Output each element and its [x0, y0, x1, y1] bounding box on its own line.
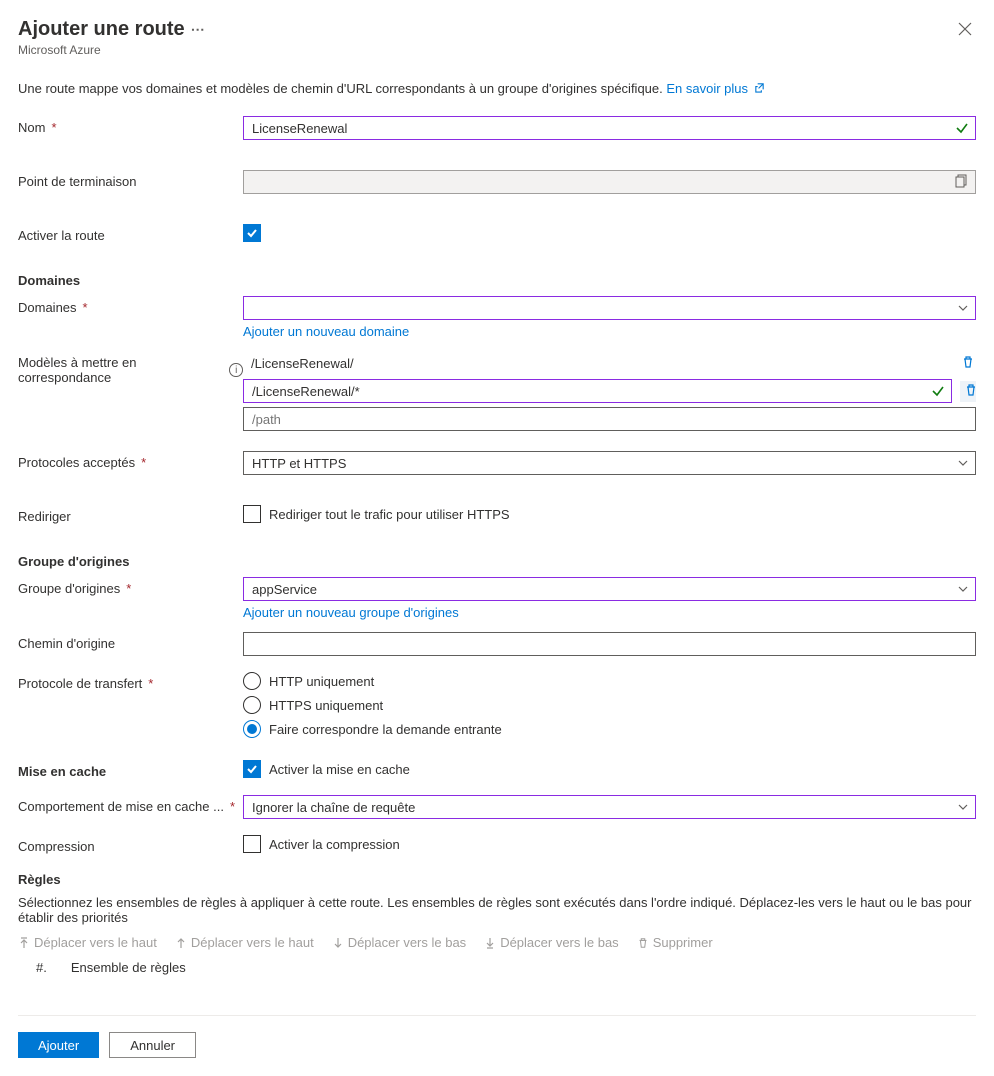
chevron-down-icon	[957, 583, 969, 595]
endpoint-readonly	[243, 170, 976, 194]
name-label: Nom	[18, 120, 45, 135]
accepted-protocols-select[interactable]: HTTP et HTTPS	[243, 451, 976, 475]
success-check-icon	[931, 384, 945, 398]
radio-https-only-label: HTTPS uniquement	[269, 698, 383, 713]
caching-behavior-label: Comportement de mise en cache ...	[18, 799, 224, 814]
delete-rule-button[interactable]: Supprimer	[637, 935, 713, 950]
move-down-button[interactable]: Déplacer vers le bas	[332, 935, 467, 950]
radio-http-only[interactable]	[243, 672, 261, 690]
enable-route-checkbox[interactable]	[243, 224, 261, 242]
intro-text: Une route mappe vos domaines et modèles …	[18, 81, 976, 96]
enable-caching-checkbox[interactable]	[243, 760, 261, 778]
pattern-static-0: /LicenseRenewal/	[243, 351, 952, 375]
origin-group-section-header: Groupe d'origines	[18, 554, 976, 569]
radio-match-incoming[interactable]	[243, 720, 261, 738]
radio-https-only[interactable]	[243, 696, 261, 714]
rules-section-header: Règles	[18, 872, 976, 887]
caching-behavior-select[interactable]: Ignorer la chaîne de requête	[243, 795, 976, 819]
move-bottom-button[interactable]: Déplacer vers le bas	[484, 935, 619, 950]
rules-toolbar: Déplacer vers le haut Déplacer vers le h…	[18, 935, 976, 950]
chevron-down-icon	[957, 302, 969, 314]
panel-subtitle: Microsoft Azure	[18, 43, 205, 57]
endpoint-label: Point de terminaison	[18, 174, 137, 189]
add-button[interactable]: Ajouter	[18, 1032, 99, 1058]
delete-pattern-1[interactable]	[960, 381, 976, 402]
close-icon[interactable]	[954, 18, 976, 45]
domains-label: Domaines	[18, 300, 77, 315]
compression-label: Compression	[18, 839, 95, 854]
chevron-down-icon	[957, 457, 969, 469]
enable-compression-text: Activer la compression	[269, 837, 400, 852]
pattern-select-1[interactable]: /LicenseRenewal/*	[243, 379, 952, 403]
more-icon[interactable]: ⋯	[191, 21, 205, 38]
cancel-button[interactable]: Annuler	[109, 1032, 196, 1058]
copy-icon[interactable]	[955, 174, 969, 191]
info-icon[interactable]: i	[229, 363, 243, 377]
pattern-input-new[interactable]	[243, 407, 976, 431]
rules-desc: Sélectionnez les ensembles de règles à a…	[18, 895, 976, 925]
forwarding-protocol-label: Protocole de transfert	[18, 676, 142, 691]
move-up-button[interactable]: Déplacer vers le haut	[175, 935, 314, 950]
patterns-label: Modèles à mettre en correspondance	[18, 355, 225, 385]
enable-caching-text: Activer la mise en cache	[269, 762, 410, 777]
success-check-icon	[955, 121, 969, 135]
redirect-https-text: Rediriger tout le trafic pour utiliser H…	[269, 507, 510, 522]
delete-pattern-0[interactable]	[960, 355, 976, 372]
redirect-label: Rediriger	[18, 509, 71, 524]
add-domain-link[interactable]: Ajouter un nouveau domaine	[243, 324, 409, 339]
rules-col-num: #.	[36, 960, 47, 975]
radio-http-only-label: HTTP uniquement	[269, 674, 374, 689]
learn-more-link[interactable]: En savoir plus	[666, 81, 764, 96]
redirect-https-checkbox[interactable]	[243, 505, 261, 523]
caching-section-header: Mise en cache	[18, 764, 106, 779]
origin-path-input[interactable]	[243, 632, 976, 656]
panel-title: Ajouter une route	[18, 18, 185, 41]
origin-path-label: Chemin d'origine	[18, 636, 115, 651]
add-origin-group-link[interactable]: Ajouter un nouveau groupe d'origines	[243, 605, 459, 620]
move-top-button[interactable]: Déplacer vers le haut	[18, 935, 157, 950]
origin-group-select[interactable]: appService	[243, 577, 976, 601]
name-input[interactable]: LicenseRenewal	[243, 116, 976, 140]
radio-match-incoming-label: Faire correspondre la demande entrante	[269, 722, 502, 737]
origin-group-label: Groupe d'origines	[18, 581, 120, 596]
external-link-icon	[754, 81, 765, 96]
accepted-protocols-label: Protocoles acceptés	[18, 455, 135, 470]
enable-compression-checkbox[interactable]	[243, 835, 261, 853]
enable-route-label: Activer la route	[18, 228, 105, 243]
intro-paragraph: Une route mappe vos domaines et modèles …	[18, 81, 666, 96]
domains-section-header: Domaines	[18, 273, 976, 288]
rules-col-ruleset: Ensemble de règles	[71, 960, 186, 975]
domains-select[interactable]	[243, 296, 976, 320]
chevron-down-icon	[957, 801, 969, 813]
